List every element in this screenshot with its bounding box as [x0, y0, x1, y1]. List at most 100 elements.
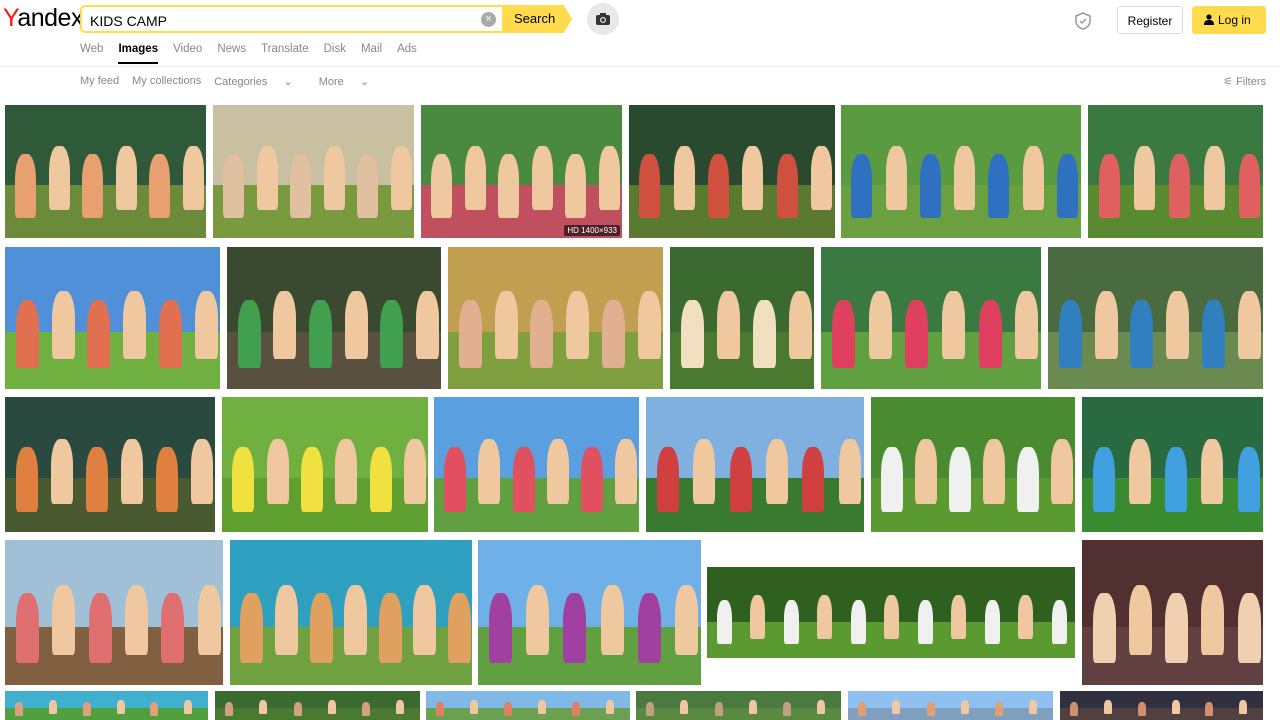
- image-figure: [431, 154, 452, 218]
- image-result[interactable]: HD 1400×933: [421, 105, 622, 238]
- image-figure: [766, 439, 788, 504]
- image-figure: [444, 447, 466, 512]
- image-figure: [504, 702, 512, 716]
- image-figure: [777, 154, 798, 218]
- image-figure: [15, 154, 36, 218]
- image-figure: [328, 700, 336, 714]
- image-figure: [1099, 154, 1120, 218]
- image-figure: [498, 154, 519, 218]
- image-figure: [886, 146, 907, 210]
- image-figure: [86, 447, 108, 512]
- image-figure: [161, 593, 184, 663]
- image-result[interactable]: [5, 691, 208, 720]
- image-figure: [566, 291, 589, 359]
- image-figure: [675, 585, 698, 655]
- image-figure: [1015, 291, 1038, 359]
- image-figure: [851, 154, 872, 218]
- image-figure: [1059, 300, 1082, 368]
- image-results-grid: HD 1400×933: [0, 0, 1280, 720]
- image-figure: [310, 593, 333, 663]
- image-result[interactable]: [5, 397, 215, 532]
- image-figure: [1093, 447, 1115, 512]
- image-result[interactable]: [636, 691, 841, 720]
- image-result[interactable]: [629, 105, 835, 238]
- image-figure: [225, 702, 233, 716]
- image-figure: [884, 595, 899, 639]
- image-figure: [693, 439, 715, 504]
- image-figure: [1239, 700, 1247, 714]
- image-figure: [674, 146, 695, 210]
- image-figure: [404, 439, 426, 504]
- image-result[interactable]: [1082, 540, 1263, 685]
- image-figure: [478, 439, 500, 504]
- image-result[interactable]: [646, 397, 864, 532]
- image-figure: [538, 700, 546, 714]
- image-figure: [717, 291, 740, 359]
- image-figure: [191, 439, 213, 504]
- image-figure: [396, 700, 404, 714]
- image-figure: [646, 702, 654, 716]
- image-figure: [16, 447, 38, 512]
- image-ground: [848, 708, 1053, 720]
- image-result[interactable]: [215, 691, 420, 720]
- image-result[interactable]: [1048, 247, 1263, 389]
- image-result[interactable]: [434, 397, 639, 532]
- image-result[interactable]: [841, 105, 1081, 238]
- image-figure: [918, 600, 933, 644]
- image-figure: [1165, 593, 1188, 663]
- image-figure: [380, 300, 403, 368]
- image-figure: [52, 585, 75, 655]
- image-figure: [223, 154, 244, 218]
- image-figure: [1057, 154, 1078, 218]
- image-result[interactable]: [222, 397, 428, 532]
- image-figure: [602, 300, 625, 368]
- image-result[interactable]: [230, 540, 472, 685]
- image-figure: [530, 300, 553, 368]
- image-figure: [117, 700, 125, 714]
- image-figure: [572, 702, 580, 716]
- image-figure: [15, 702, 23, 716]
- image-figure: [391, 146, 412, 210]
- image-figure: [232, 447, 254, 512]
- image-figure: [294, 702, 302, 716]
- image-figure: [927, 702, 935, 716]
- image-figure: [150, 702, 158, 716]
- image-figure: [198, 585, 221, 655]
- image-result[interactable]: [5, 247, 220, 389]
- image-figure: [915, 439, 937, 504]
- image-result[interactable]: [448, 247, 663, 389]
- image-result[interactable]: [478, 540, 701, 685]
- image-figure: [1238, 593, 1261, 663]
- image-figure: [259, 700, 267, 714]
- image-figure: [789, 291, 812, 359]
- image-result[interactable]: [1060, 691, 1263, 720]
- image-result[interactable]: [1082, 397, 1263, 532]
- image-figure: [708, 154, 729, 218]
- image-figure: [581, 447, 603, 512]
- image-figure: [1093, 593, 1116, 663]
- image-result[interactable]: [1088, 105, 1263, 238]
- image-figure: [379, 593, 402, 663]
- image-figure: [49, 700, 57, 714]
- image-result[interactable]: [5, 540, 223, 685]
- image-result[interactable]: [426, 691, 630, 720]
- image-figure: [639, 154, 660, 218]
- image-figure: [149, 154, 170, 218]
- image-figure: [267, 439, 289, 504]
- image-figure: [1138, 702, 1146, 716]
- image-result[interactable]: [5, 105, 206, 238]
- image-result[interactable]: [707, 567, 1075, 658]
- image-result[interactable]: [227, 247, 441, 389]
- image-figure: [1104, 700, 1112, 714]
- image-result[interactable]: [821, 247, 1041, 389]
- image-figure: [49, 146, 70, 210]
- image-result[interactable]: [848, 691, 1053, 720]
- image-result[interactable]: [871, 397, 1075, 532]
- image-figure: [1070, 702, 1078, 716]
- image-figure: [324, 146, 345, 210]
- image-result[interactable]: [670, 247, 814, 389]
- image-ground: [5, 708, 208, 720]
- image-result[interactable]: [213, 105, 414, 238]
- image-figure: [851, 600, 866, 644]
- image-figure: [599, 146, 620, 210]
